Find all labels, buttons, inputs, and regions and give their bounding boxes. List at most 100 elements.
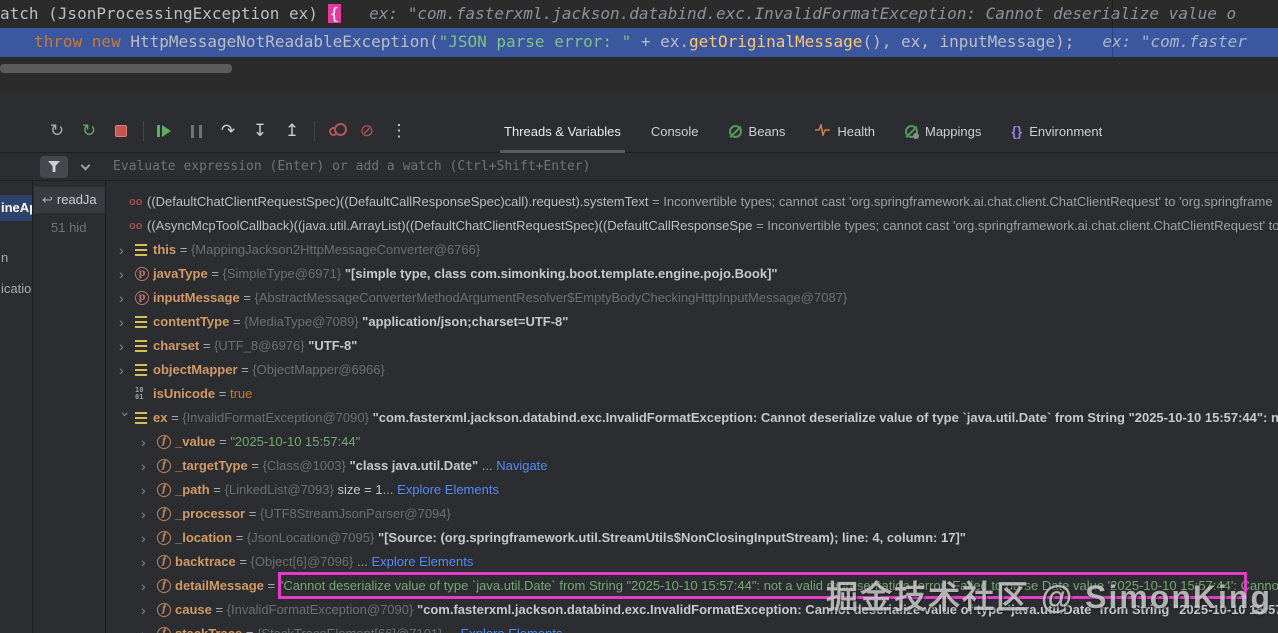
chevron-collapsed-icon[interactable]: › [119, 334, 135, 358]
chevron-collapsed-icon[interactable]: › [141, 430, 157, 454]
tab-label: Environment [1029, 123, 1103, 139]
watch-row[interactable]: oo ((DefaultChatClientRequestSpec)((Defau… [107, 190, 1278, 214]
horizontal-scrollbar[interactable] [0, 64, 232, 73]
variable-row-_path[interactable]: › f _path = {LinkedList@7093} size = 1... … [107, 478, 1278, 502]
chevron-collapsed-icon[interactable]: › [141, 550, 157, 574]
step-into-button[interactable]: ↧ [247, 118, 273, 144]
variable-row-isUnicode[interactable]: 10 01 isUnicode = true [107, 382, 1278, 406]
type-reference: {MappingJackson2HttpMessageConverter@676… [190, 242, 481, 257]
watch-expression: ((DefaultChatClientRequestSpec)((Default… [147, 194, 653, 209]
variable-name: charset [153, 338, 200, 353]
explore-elements-link[interactable]: Explore Elements [371, 554, 473, 569]
code-line-execution-point: throw new HttpMessageNotReadableExceptio… [0, 28, 1278, 57]
variable-value: "application/json;charset=UTF-8" [362, 314, 569, 329]
explore-elements-link[interactable]: Explore Elements [461, 626, 563, 633]
var-icon [135, 363, 153, 376]
filter-button[interactable] [40, 155, 68, 178]
variable-row-_location[interactable]: › f _location = {JsonLocation@7095} "[Sour… [107, 526, 1278, 550]
code-line-catch: atch (JsonProcessingException ex) {ex: "… [0, 0, 1278, 28]
mute-breakpoints-button[interactable] [322, 118, 348, 144]
frame-item[interactable]: 51 hid [34, 215, 105, 241]
chevron-collapsed-icon[interactable]: › [119, 262, 135, 286]
tab-console[interactable]: Console [651, 110, 699, 153]
chevron-collapsed-icon[interactable]: › [141, 454, 157, 478]
variable-row-javaType[interactable]: › p javaType = {SimpleType@6971} "[simple … [107, 262, 1278, 286]
thread-item[interactable]: ineAp [0, 195, 32, 221]
variable-row-_targetType[interactable]: › f _targetType = {Class@1003} "class java… [107, 454, 1278, 478]
rerun-button[interactable]: ↻ [44, 118, 70, 144]
field-icon: f [157, 626, 175, 633]
variable-name: javaType [153, 266, 208, 281]
threads-list: ineAp n icatio [0, 181, 33, 633]
toolbar-separator [143, 121, 144, 141]
tab-label: Beans [748, 123, 786, 139]
variable-row-ex[interactable]: › ex = {InvalidFormatException@7090} "com… [107, 406, 1278, 430]
chevron-collapsed-icon[interactable]: › [141, 598, 157, 622]
variable-row-inputMessage[interactable]: › p inputMessage = {AbstractMessageConvert… [107, 286, 1278, 310]
chevron-collapsed-icon[interactable]: › [141, 574, 157, 598]
variable-row-objectMapper[interactable]: › objectMapper = {ObjectMapper@6966} [107, 358, 1278, 382]
resume-icon [157, 125, 171, 137]
thread-item[interactable]: icatio [0, 276, 32, 302]
variable-name: inputMessage [153, 290, 240, 305]
field-icon: f [157, 506, 175, 521]
tab-health[interactable]: Health [815, 110, 875, 153]
stop-button[interactable] [108, 118, 134, 144]
step-over-icon: ↷ [220, 121, 236, 140]
chevron-collapsed-icon[interactable]: › [119, 358, 135, 382]
variable-row-stackTrace[interactable]: ›fstackTrace = {StackTraceElement[66]@71… [107, 622, 1278, 633]
pause-button[interactable] [183, 118, 209, 144]
frames-list: ↩ readJa 51 hid [34, 181, 106, 633]
variable-name: objectMapper [153, 362, 238, 377]
debug-toolbar: ↻ ↻ ↷ ↧ ↥ ⊘ ⋮ Threads & Variables Console Beans H… [0, 110, 1278, 153]
variable-value: true [229, 386, 253, 401]
variable-row-contentType[interactable]: › contentType = {MediaType@7089} "applica… [107, 310, 1278, 334]
variable-row-charset[interactable]: › charset = {UTF_8@6976} "UTF-8" [107, 334, 1278, 358]
step-over-button[interactable]: ↷ [215, 118, 241, 144]
rerun-application-button[interactable]: ↻ [76, 118, 102, 144]
thread-item[interactable]: n [0, 245, 32, 271]
mapping-icon [904, 124, 919, 139]
navigate-link[interactable]: Navigate [496, 458, 547, 473]
chevron-collapsed-icon[interactable]: › [119, 286, 135, 310]
variable-row-_processor[interactable]: › f _processor = {UTF8StreamJsonParser@709… [107, 502, 1278, 526]
resume-button[interactable] [151, 118, 177, 144]
inline-debugger-hint: ex: "com.faster [1102, 32, 1247, 51]
chevron-expanded-icon[interactable]: › [114, 411, 138, 427]
chevron-down-icon[interactable] [80, 160, 91, 170]
code-editor[interactable]: atch (JsonProcessingException ex) {ex: "… [0, 0, 1278, 92]
more-options-button[interactable]: ⋮ [386, 118, 412, 144]
variable-row-_value[interactable]: › f _value = "2025-10-10 15:57:44" [107, 430, 1278, 454]
chevron-collapsed-icon[interactable]: › [119, 238, 135, 262]
chevron-collapsed-icon[interactable]: › [141, 622, 157, 633]
chevron-collapsed-icon[interactable]: › [141, 478, 157, 502]
tab-label: Threads & Variables [504, 123, 621, 139]
var-icon [135, 243, 153, 256]
eyeglasses-watch-icon: oo [129, 219, 143, 232]
chevron-collapsed-icon[interactable]: › [141, 502, 157, 526]
field-icon: f [157, 482, 175, 497]
param-icon: p [135, 266, 153, 281]
method-call: getOriginalMessage [689, 32, 863, 51]
tab-mappings[interactable]: Mappings [904, 110, 982, 153]
type-reference: {UTF_8@6976} [214, 338, 309, 353]
tab-beans[interactable]: Beans [728, 110, 786, 153]
type-reference: {MediaType@7089} [244, 314, 363, 329]
tab-threads-variables[interactable]: Threads & Variables [500, 110, 625, 153]
chevron-collapsed-icon[interactable]: › [119, 310, 135, 334]
evaluate-expression-input[interactable]: Evaluate expression (Enter) or add a wat… [113, 159, 590, 174]
tab-environment[interactable]: {} Environment [1011, 110, 1102, 153]
chevron-collapsed-icon[interactable]: › [141, 526, 157, 550]
variable-name: stackTrace [175, 626, 242, 633]
watch-row[interactable]: oo ((AsyncMcpToolCallback)((java.util.Arr… [107, 214, 1278, 238]
brace-highlight: { [327, 4, 342, 23]
type-reference: {ObjectMapper@6966} [252, 362, 385, 377]
step-out-button[interactable]: ↥ [279, 118, 305, 144]
variable-row-backtrace[interactable]: › f backtrace = {Object[6]@7096} ... Explo… [107, 550, 1278, 574]
type-reference: {SimpleType@6971} [222, 266, 345, 281]
explore-elements-link[interactable]: Explore Elements [397, 482, 499, 497]
frame-item[interactable]: ↩ readJa [34, 187, 105, 213]
tab-label: Mappings [924, 123, 982, 139]
breakpoints-disabled-button[interactable]: ⊘ [354, 118, 380, 144]
variable-row-this[interactable]: › this = {MappingJackson2HttpMessageConve… [107, 238, 1278, 262]
